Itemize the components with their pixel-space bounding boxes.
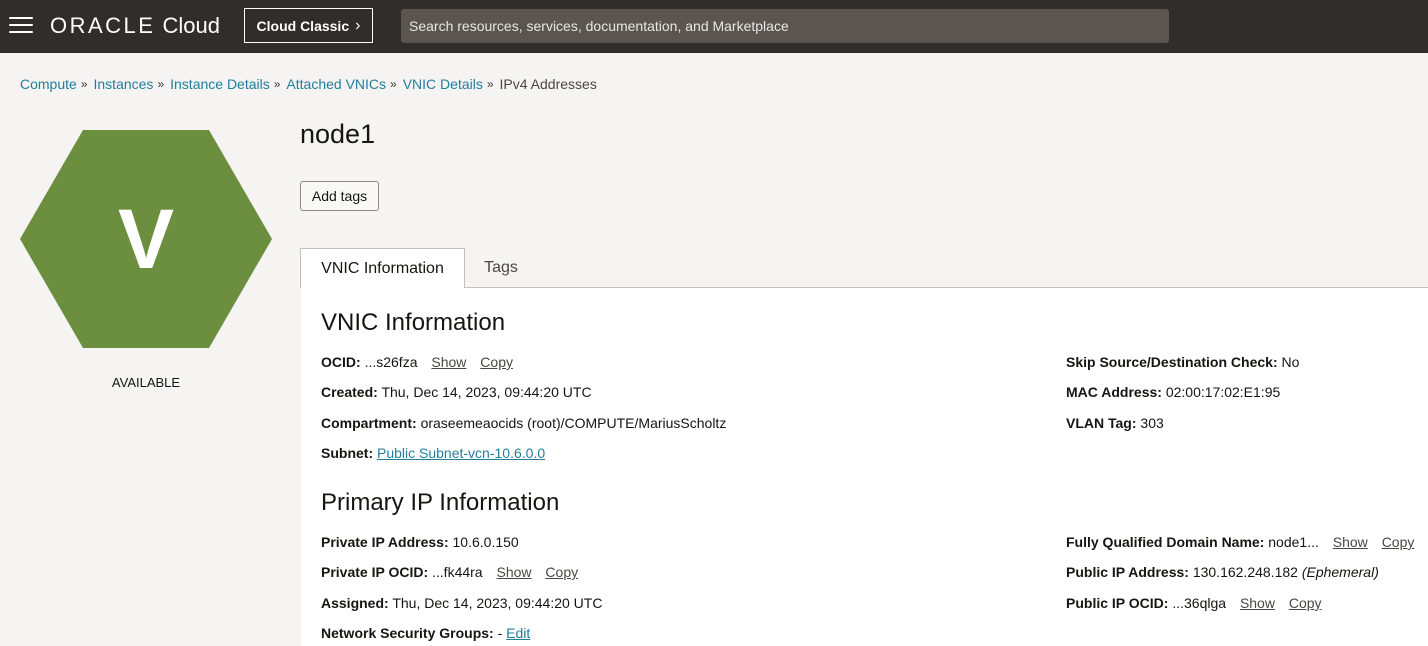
breadcrumb-compute[interactable]: Compute	[20, 76, 77, 92]
subnet-row: Subnet: Public Subnet-vcn-10.6.0.0	[321, 445, 545, 461]
mac-address-label: MAC Address:	[1066, 384, 1162, 400]
oracle-cloud-logo[interactable]: ORACLE Cloud	[50, 12, 220, 40]
public-ip-ocid-copy-link[interactable]: Copy	[1289, 595, 1322, 611]
private-ip-ocid-show-link[interactable]: Show	[497, 564, 532, 580]
ocid-show-link[interactable]: Show	[431, 354, 466, 370]
resource-status-hexagon-icon: V	[20, 130, 272, 348]
top-navigation-bar: ORACLE Cloud Cloud Classic › Search reso…	[0, 0, 1428, 53]
brand-cloud: Cloud	[162, 13, 220, 38]
brand-oracle: ORACLE	[50, 13, 156, 38]
details-panel	[301, 288, 1428, 646]
search-placeholder: Search resources, services, documentatio…	[409, 18, 789, 34]
fqdn-value: node1...	[1268, 534, 1319, 550]
breadcrumb-separator: »	[273, 77, 281, 91]
mac-address-value: 02:00:17:02:E1:95	[1165, 384, 1281, 400]
compartment-label: Compartment:	[321, 415, 417, 431]
private-ip-ocid-row: Private IP OCID: ...fk44ra Show Copy	[321, 564, 578, 580]
skip-check-row: Skip Source/Destination Check: No	[1066, 354, 1299, 370]
chevron-right-icon: ›	[355, 16, 361, 34]
ocid-value: ...s26fza	[364, 354, 418, 370]
assigned-value: Thu, Dec 14, 2023, 09:44:20 UTC	[392, 595, 603, 611]
fqdn-copy-link[interactable]: Copy	[1382, 534, 1415, 550]
private-ip-ocid-value: ...fk44ra	[432, 564, 483, 580]
breadcrumb-current: IPv4 Addresses	[499, 76, 597, 92]
public-ip-ocid-value: ...36qlga	[1172, 595, 1227, 611]
private-ip-label: Private IP Address:	[321, 534, 449, 550]
private-ip-ocid-label: Private IP OCID:	[321, 564, 429, 580]
public-ip-row: Public IP Address: 130.162.248.182 (Ephe…	[1066, 564, 1379, 580]
created-row: Created: Thu, Dec 14, 2023, 09:44:20 UTC	[321, 384, 592, 400]
nsg-value: -	[497, 625, 503, 641]
page-title: node1	[300, 119, 376, 149]
skip-check-value: No	[1281, 354, 1300, 370]
mac-address-row: MAC Address: 02:00:17:02:E1:95	[1066, 384, 1280, 400]
ocid-copy-link[interactable]: Copy	[480, 354, 513, 370]
public-ip-value: 130.162.248.182	[1192, 564, 1298, 580]
public-ip-label: Public IP Address:	[1066, 564, 1189, 580]
breadcrumb-attached-vnics[interactable]: Attached VNICs	[286, 76, 386, 92]
fqdn-row: Fully Qualified Domain Name: node1... Sh…	[1066, 534, 1414, 550]
resource-status: AVAILABLE	[111, 375, 181, 390]
assigned-row: Assigned: Thu, Dec 14, 2023, 09:44:20 UT…	[321, 595, 602, 611]
tab-vnic-information[interactable]: VNIC Information	[300, 248, 465, 288]
subnet-link[interactable]: Public Subnet-vcn-10.6.0.0	[377, 445, 545, 461]
nsg-edit-link[interactable]: Edit	[506, 625, 530, 641]
fqdn-label: Fully Qualified Domain Name:	[1066, 534, 1265, 550]
ocid-label: OCID:	[321, 354, 361, 370]
breadcrumb: Compute» Instances» Instance Details» At…	[20, 76, 597, 92]
private-ip-ocid-copy-link[interactable]: Copy	[545, 564, 578, 580]
cloud-classic-button[interactable]: Cloud Classic ›	[244, 8, 373, 43]
created-value: Thu, Dec 14, 2023, 09:44:20 UTC	[381, 384, 592, 400]
fqdn-show-link[interactable]: Show	[1333, 534, 1368, 550]
breadcrumb-separator: »	[80, 77, 88, 91]
add-tags-button[interactable]: Add tags	[300, 181, 379, 211]
breadcrumb-vnic-details[interactable]: VNIC Details	[403, 76, 483, 92]
vlan-tag-label: VLAN Tag:	[1066, 415, 1137, 431]
compartment-row: Compartment: oraseemeaocids (root)/COMPU…	[321, 415, 726, 431]
breadcrumb-separator: »	[390, 77, 397, 91]
vlan-tag-value: 303	[1140, 415, 1164, 431]
menu-icon[interactable]	[9, 17, 33, 35]
public-ip-type: (Ephemeral)	[1301, 564, 1379, 580]
search-input[interactable]: Search resources, services, documentatio…	[401, 9, 1169, 43]
assigned-label: Assigned:	[321, 595, 389, 611]
ocid-row: OCID: ...s26fza Show Copy	[321, 354, 513, 370]
nsg-row: Network Security Groups: - Edit	[321, 625, 530, 641]
public-ip-ocid-label: Public IP OCID:	[1066, 595, 1169, 611]
cloud-classic-label: Cloud Classic	[256, 17, 350, 34]
nsg-label: Network Security Groups:	[321, 625, 494, 641]
created-label: Created:	[321, 384, 378, 400]
breadcrumb-separator: »	[486, 77, 494, 91]
breadcrumb-separator: »	[157, 77, 165, 91]
tab-tags[interactable]: Tags	[465, 248, 537, 288]
public-ip-ocid-row: Public IP OCID: ...36qlga Show Copy	[1066, 595, 1322, 611]
private-ip-value: 10.6.0.150	[452, 534, 519, 550]
breadcrumb-instances[interactable]: Instances	[94, 76, 154, 92]
hexagon-letter: V	[118, 192, 174, 286]
vlan-tag-row: VLAN Tag: 303	[1066, 415, 1164, 431]
public-ip-ocid-show-link[interactable]: Show	[1240, 595, 1275, 611]
breadcrumb-instance-details[interactable]: Instance Details	[170, 76, 270, 92]
vnic-information-heading: VNIC Information	[321, 309, 506, 336]
skip-check-label: Skip Source/Destination Check:	[1066, 354, 1278, 370]
primary-ip-heading: Primary IP Information	[321, 489, 560, 516]
compartment-value: oraseemeaocids (root)/COMPUTE/MariusScho…	[420, 415, 727, 431]
subnet-label: Subnet:	[321, 445, 374, 461]
private-ip-row: Private IP Address: 10.6.0.150	[321, 534, 519, 550]
